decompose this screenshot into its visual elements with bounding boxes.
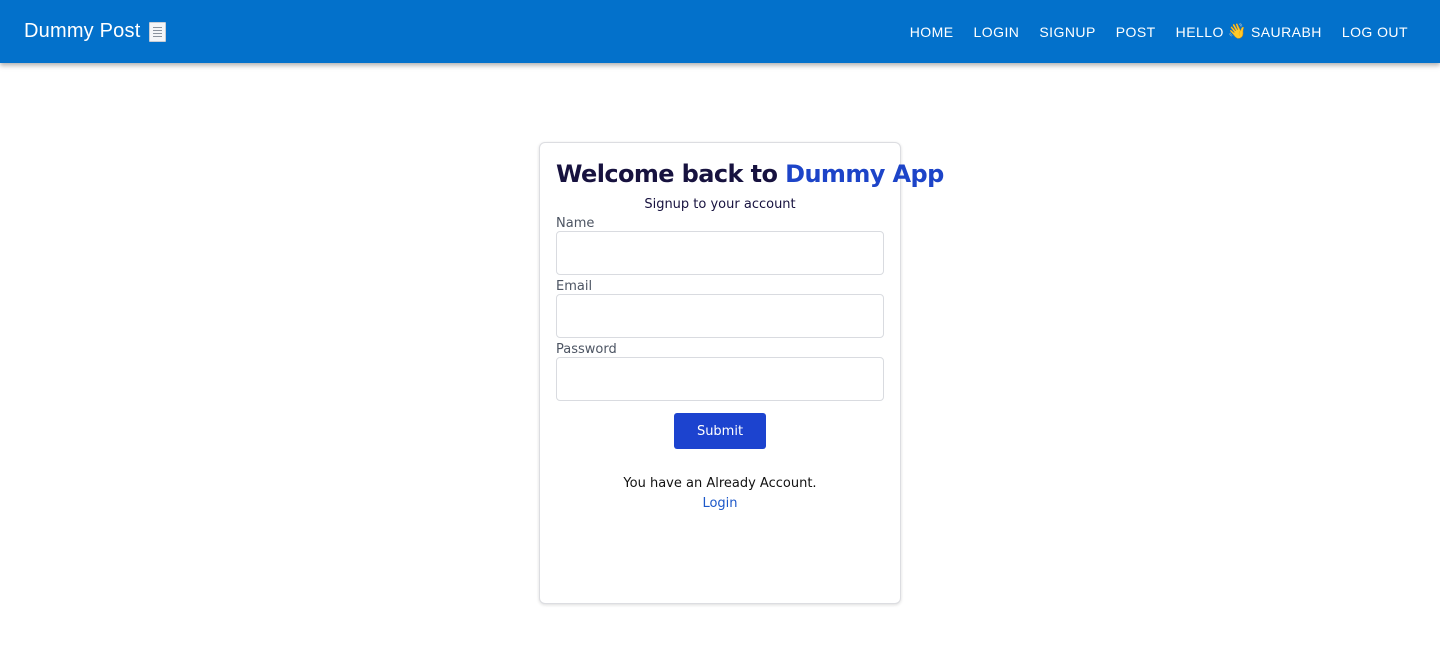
brand[interactable]: Dummy Post: [24, 20, 167, 43]
nav-home-link[interactable]: HOME: [902, 18, 962, 46]
email-label: Email: [556, 279, 593, 294]
nav-post-link[interactable]: POST: [1108, 18, 1164, 46]
signup-card: Welcome back to Dummy App Signup to your…: [539, 142, 944, 604]
title-prefix: Welcome back to: [556, 160, 778, 188]
app-bar: Dummy Post HOME LOGIN SIGNUP POST HELLO …: [0, 0, 1440, 63]
title-app-name: Dummy App: [785, 160, 944, 188]
login-link[interactable]: Login: [556, 496, 884, 511]
email-input[interactable]: [556, 294, 884, 338]
password-input[interactable]: [556, 357, 884, 401]
already-account-text: You have an Already Account.: [623, 476, 817, 491]
name-label: Name: [556, 216, 595, 231]
brand-title[interactable]: Dummy Post: [24, 20, 140, 43]
main-nav: HOME LOGIN SIGNUP POST HELLO 👋 SAURABH L…: [898, 18, 1416, 46]
nav-signup-link[interactable]: SIGNUP: [1031, 18, 1103, 46]
waving-hand-icon: 👋: [1227, 23, 1247, 40]
name-input[interactable]: [556, 231, 884, 275]
password-label: Password: [556, 342, 617, 357]
nav-login-link[interactable]: LOGIN: [966, 18, 1028, 46]
card-title: Welcome back to Dummy App: [556, 160, 944, 188]
nav-logout-link[interactable]: LOG OUT: [1334, 18, 1416, 46]
greeting-hello: HELLO: [1175, 23, 1224, 40]
submit-container: Submit: [556, 413, 884, 449]
document-icon: [149, 21, 167, 42]
user-greeting: HELLO 👋 SAURABH: [1168, 18, 1330, 46]
card-subtitle: Signup to your account: [644, 197, 796, 212]
submit-button[interactable]: Submit: [674, 413, 766, 449]
greeting-username: SAURABH: [1250, 23, 1322, 40]
